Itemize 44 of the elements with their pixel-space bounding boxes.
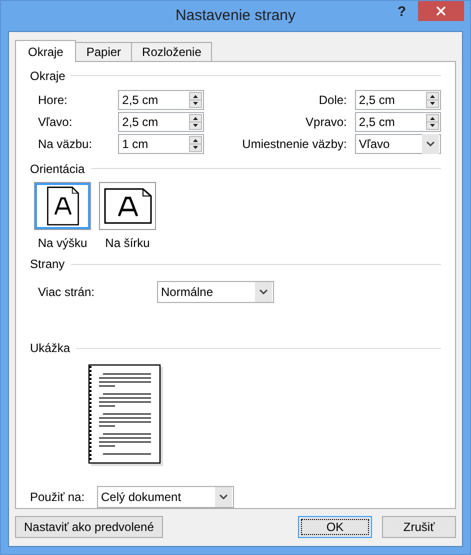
spin-field[interactable]: 1 cm — [118, 134, 204, 154]
dialog-button[interactable]: Zrušiť — [382, 516, 456, 538]
orientation-option[interactable] — [99, 182, 156, 230]
spin-arrows-icon[interactable] — [426, 92, 440, 108]
field-label: Hore: — [38, 93, 68, 108]
spin-field[interactable]: 2,5 cm — [118, 90, 204, 110]
landscape-page-icon — [104, 188, 152, 224]
dropdown-field[interactable]: Vľavo — [354, 134, 442, 154]
section-title: Strany — [30, 257, 65, 272]
dropdown-field[interactable]: Normálne — [157, 280, 274, 303]
section-title: Okraje — [30, 68, 66, 83]
spin-field[interactable]: 2,5 cm — [354, 112, 442, 132]
field-label: Dole: — [318, 93, 347, 108]
spin-arrows-icon[interactable] — [426, 114, 440, 130]
chevron-down-icon — [422, 134, 440, 154]
spin-arrows-icon[interactable] — [189, 136, 202, 152]
spin-field[interactable]: 2,5 cm — [354, 90, 442, 110]
field-label: Vpravo: — [304, 115, 347, 130]
orientation-label: Na šírku — [105, 236, 150, 250]
window-title: Nastavenie strany — [175, 7, 296, 24]
tab[interactable]: Rozloženie — [131, 42, 212, 61]
spin-field[interactable]: 2,5 cm — [118, 112, 204, 132]
close-icon — [436, 6, 446, 16]
chevron-down-icon — [255, 282, 272, 302]
orientation-label: Na výšku — [38, 236, 88, 250]
field-label: Použiť na: — [30, 490, 86, 504]
dropdown-field[interactable]: Celý dokument — [97, 486, 234, 508]
help-button[interactable]: ? — [393, 3, 410, 19]
field-label: Vľavo: — [38, 115, 74, 130]
field-label: Viac strán: — [38, 284, 96, 299]
chevron-down-icon — [215, 487, 232, 508]
field-label: Na väzbu: — [38, 137, 94, 152]
dialog-button[interactable]: OK — [298, 516, 372, 538]
set-default-button[interactable]: Nastaviť ako predvolené — [15, 516, 163, 538]
field-label: Umiestnenie väzby: — [241, 137, 347, 152]
close-button[interactable] — [418, 1, 464, 21]
tab[interactable]: Okraje — [15, 40, 76, 62]
tab[interactable]: Papier — [75, 42, 132, 61]
portrait-page-icon — [46, 186, 80, 226]
orientation-option[interactable] — [34, 182, 91, 230]
spin-arrows-icon[interactable] — [189, 114, 202, 130]
section-title: Orientácia — [30, 162, 85, 176]
spin-arrows-icon[interactable] — [189, 92, 202, 108]
section-title: Ukážka — [30, 341, 70, 356]
